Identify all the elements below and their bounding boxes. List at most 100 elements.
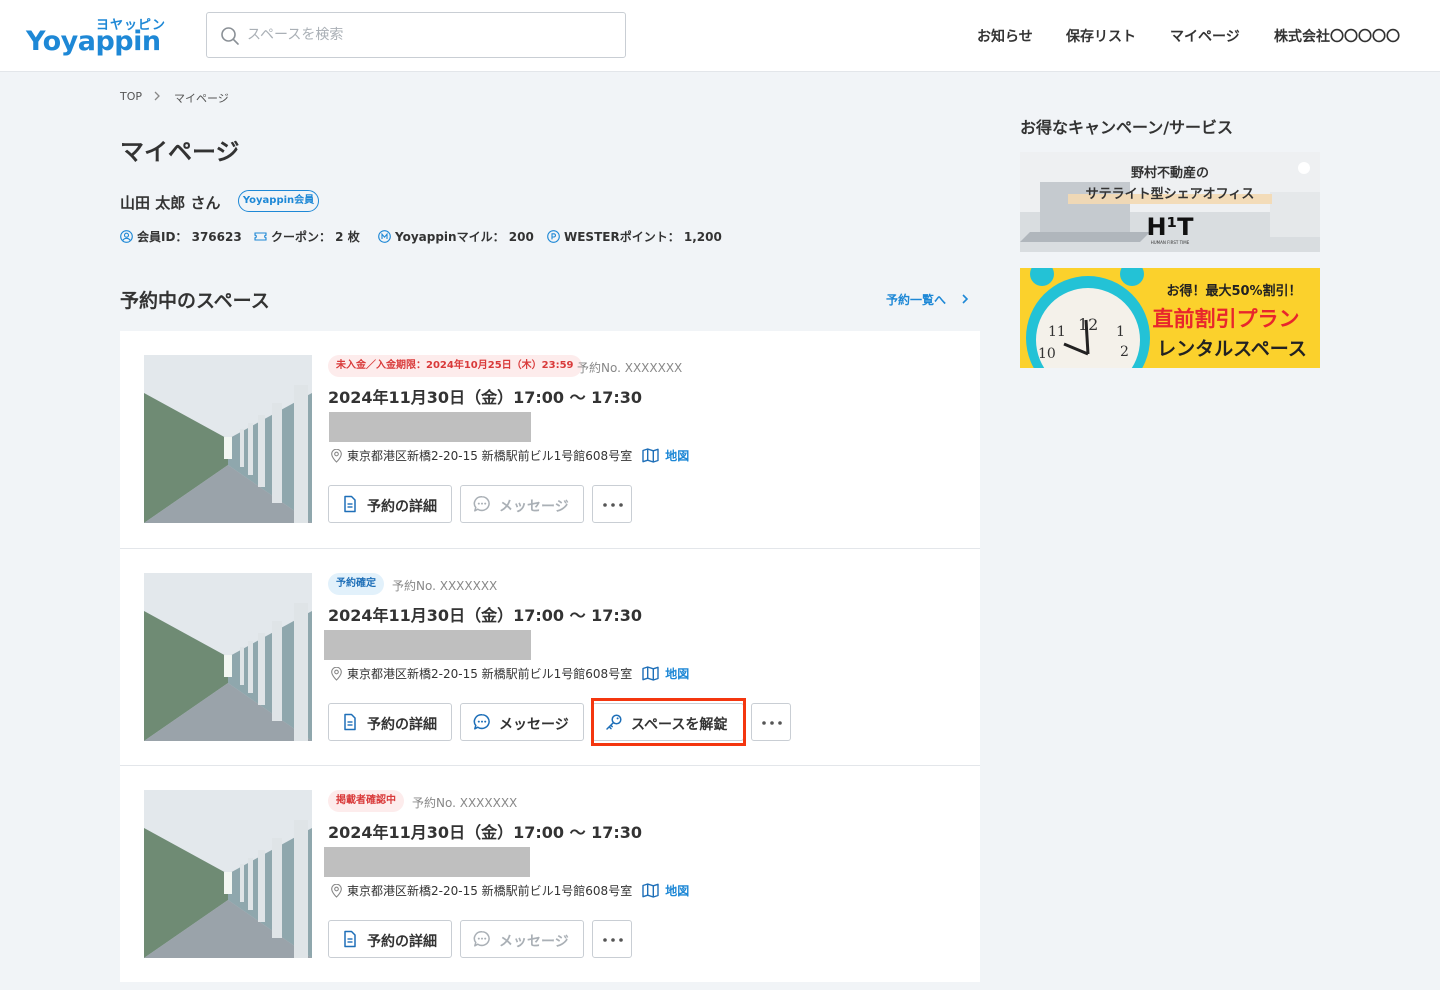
banner1-brand: H¹T xyxy=(1147,213,1195,241)
space-photo[interactable] xyxy=(144,790,312,958)
stat-member-id: 会員ID： 376623 xyxy=(120,228,242,246)
reservation-number: 予約No. XXXXXXX xyxy=(412,796,518,810)
chat-bubble-icon xyxy=(473,713,491,731)
banner-background: 12 11 10 1 2 お得！最大50%割引！ 直前割引プラン レンタルスペー… xyxy=(1020,268,1320,368)
message-label: メッセージ xyxy=(499,934,569,950)
stat-member-id-text: 会員ID： 376623 xyxy=(137,230,242,244)
more-dots-icon xyxy=(603,503,623,507)
banner2-line3: レンタルスペース xyxy=(1157,338,1307,360)
banner1-line1: 野村不動産の xyxy=(1131,165,1209,181)
address-text: 東京都港区新橋2-20-15 新橋駅前ビル1号館608号室 xyxy=(347,667,633,681)
message-label: メッセージ xyxy=(499,717,569,733)
banner1-line2: サテライト型シェアオフィス xyxy=(1086,186,1255,202)
status-badge: 未入金／入金期限：2024年10月25日（木）23:59 xyxy=(328,355,582,377)
user-name: 山田 太郎 さん xyxy=(120,194,221,212)
document-icon xyxy=(341,930,359,948)
reservation-detail-button[interactable]: 予約の詳細 xyxy=(328,703,452,741)
address-text: 東京都港区新橋2-20-15 新橋駅前ビル1号館608号室 xyxy=(347,884,633,898)
reservation-detail-label: 予約の詳細 xyxy=(367,717,437,733)
member-badge: Yoyappin会員 xyxy=(238,190,319,212)
reservation-datetime: 2024年11月30日（金）17:00 〜 17:30 xyxy=(328,388,643,407)
location-pin-icon xyxy=(330,884,343,898)
reservation-card: 予約確定 予約No. XXXXXXX 2024年11月30日（金）17:00 〜… xyxy=(120,548,980,765)
address-text: 東京都港区新橋2-20-15 新橋駅前ビル1号館608号室 xyxy=(347,449,633,463)
space-photo[interactable] xyxy=(144,573,312,741)
reservation-list-link[interactable]: 予約一覧へ xyxy=(886,291,969,308)
logo-wordmark: Yoyappin xyxy=(26,26,161,57)
banner1-brand-sub: HUMAN FIRST TIME xyxy=(1151,240,1190,245)
highlight-box xyxy=(591,698,746,746)
svg-text:2: 2 xyxy=(1120,344,1129,360)
stat-mile-text: Yoyappinマイル： 200 xyxy=(395,230,534,244)
discount-plan-banner[interactable]: 12 11 10 1 2 お得！最大50%割引！ 直前割引プラン レンタルスペー… xyxy=(1020,268,1320,368)
nav-saved-list[interactable]: 保存リスト xyxy=(1066,26,1136,46)
svg-text:12: 12 xyxy=(1078,315,1098,334)
shared-office-banner[interactable]: 野村不動産の サテライト型シェアオフィス H¹T HUMAN FIRST TIM… xyxy=(1020,152,1320,252)
map-icon[interactable] xyxy=(642,448,659,463)
space-photo[interactable] xyxy=(144,355,312,523)
search-box xyxy=(206,12,626,58)
banner2-line1: お得！最大50%割引！ xyxy=(1166,283,1301,299)
top-header: ヨヤッピン Yoyappin お知らせ 保存リスト マイページ 株式会社〇〇〇〇… xyxy=(0,0,1440,72)
space-name-redacted xyxy=(324,630,531,660)
message-button-disabled: メッセージ xyxy=(460,485,584,523)
message-button[interactable]: メッセージ xyxy=(460,703,584,741)
stat-wester-points: WESTERポイント： 1,200 xyxy=(547,228,722,246)
user-circle-icon xyxy=(120,230,133,243)
nav-mypage[interactable]: マイページ xyxy=(1170,26,1240,46)
stat-wester-points-text: WESTERポイント： 1,200 xyxy=(564,230,722,244)
location-pin-icon xyxy=(330,667,343,681)
reservation-card: 未入金／入金期限：2024年10月25日（木）23:59 予約No. XXXXX… xyxy=(120,331,980,548)
stat-coupon-text: クーポン： 2 枚 xyxy=(271,230,360,244)
map-icon[interactable] xyxy=(642,666,659,681)
reservation-list: 未入金／入金期限：2024年10月25日（木）23:59 予約No. XXXXX… xyxy=(120,331,980,982)
reservation-card: 掲載者確認中 予約No. XXXXXXX 2024年11月30日（金）17:00… xyxy=(120,765,980,982)
breadcrumb-current: マイページ xyxy=(174,92,229,105)
chat-bubble-icon xyxy=(473,495,491,513)
location-pin-icon xyxy=(330,449,343,463)
space-address: 東京都港区新橋2-20-15 新橋駅前ビル1号館608号室 地図 xyxy=(330,882,689,899)
reservation-detail-label: 予約の詳細 xyxy=(367,934,437,950)
space-address: 東京都港区新橋2-20-15 新橋駅前ビル1号館608号室 地図 xyxy=(330,665,689,682)
message-button-disabled: メッセージ xyxy=(460,920,584,958)
chevron-right-icon xyxy=(154,91,160,101)
more-options-button[interactable] xyxy=(751,703,791,741)
section-title: 予約中のスペース xyxy=(120,290,270,312)
map-link[interactable]: 地図 xyxy=(665,449,689,463)
status-badge: 掲載者確認中 xyxy=(328,790,404,812)
reservation-number: 予約No. XXXXXXX xyxy=(392,579,498,593)
reservation-detail-label: 予約の詳細 xyxy=(367,499,437,515)
status-badge: 予約確定 xyxy=(328,573,384,595)
chevron-right-icon xyxy=(962,294,969,304)
search-input[interactable] xyxy=(247,13,617,57)
space-address: 東京都港区新橋2-20-15 新橋駅前ビル1号館608号室 地図 xyxy=(330,447,689,464)
reservation-detail-button[interactable]: 予約の詳細 xyxy=(328,920,452,958)
more-options-button[interactable] xyxy=(592,920,632,958)
banner2-line2: 直前割引プラン xyxy=(1153,307,1300,331)
reservation-detail-button[interactable]: 予約の詳細 xyxy=(328,485,452,523)
breadcrumb-top[interactable]: TOP xyxy=(120,90,142,103)
ticket-icon xyxy=(254,232,267,241)
map-link[interactable]: 地図 xyxy=(665,884,689,898)
document-icon xyxy=(341,495,359,513)
point-p-icon xyxy=(547,230,560,243)
space-name-redacted xyxy=(329,412,531,442)
map-icon[interactable] xyxy=(642,883,659,898)
stat-coupon[interactable]: クーポン： 2 枚 xyxy=(254,228,360,246)
campaign-section-title: お得なキャンペーン/サービス xyxy=(1020,118,1234,137)
nav-company-account[interactable]: 株式会社〇〇〇〇〇 xyxy=(1274,26,1400,46)
chat-bubble-icon xyxy=(473,930,491,948)
space-name-redacted xyxy=(324,847,530,877)
reservation-list-link-label: 予約一覧へ xyxy=(886,293,947,307)
svg-text:10: 10 xyxy=(1038,346,1056,362)
more-dots-icon xyxy=(762,721,782,725)
more-options-button[interactable] xyxy=(592,485,632,523)
reservation-datetime: 2024年11月30日（金）17:00 〜 17:30 xyxy=(328,823,643,842)
nav-notifications[interactable]: お知らせ xyxy=(977,26,1033,46)
more-dots-icon xyxy=(603,938,623,942)
document-icon xyxy=(341,713,359,731)
yoyappin-logo[interactable]: ヨヤッピン Yoyappin xyxy=(26,12,168,60)
map-link[interactable]: 地図 xyxy=(665,667,689,681)
mile-m-icon xyxy=(378,230,391,243)
page-title: マイページ xyxy=(120,138,240,166)
